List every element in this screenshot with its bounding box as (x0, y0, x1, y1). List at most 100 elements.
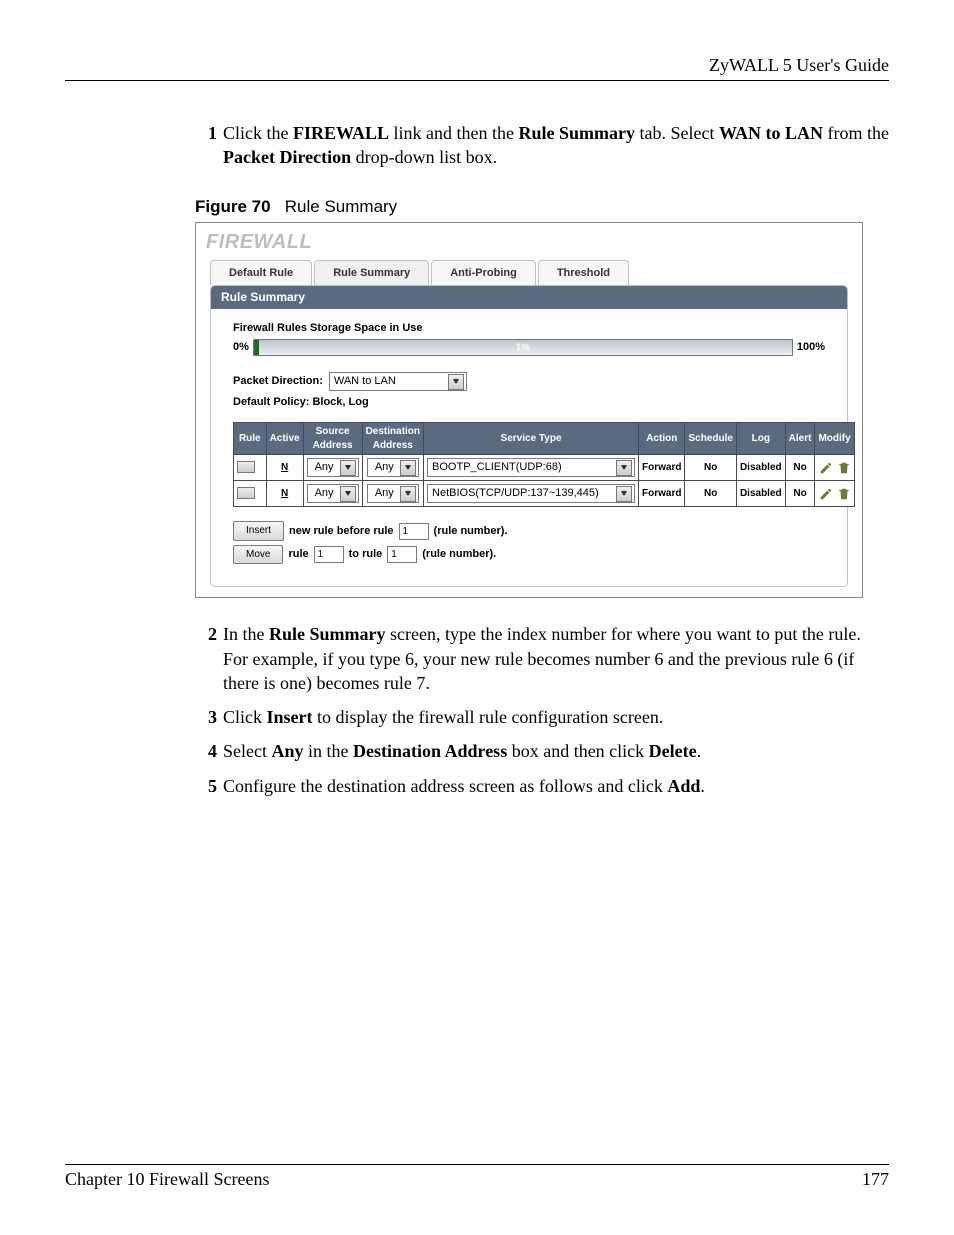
edit-icon[interactable] (819, 461, 833, 475)
panel-body: Firewall Rules Storage Space in Use 0% 1… (211, 321, 847, 565)
storage-percent: 1% (516, 341, 530, 355)
dropdown-arrow-icon[interactable] (616, 486, 632, 502)
move-text-2: to rule (349, 547, 383, 562)
th-log: Log (736, 423, 785, 455)
dst-cell: Any (362, 481, 423, 507)
log-cell: Disabled (736, 481, 785, 507)
step-2-number: 2 (195, 622, 217, 695)
text-bold: Add (667, 776, 700, 796)
insert-text-1: new rule before rule (289, 524, 394, 539)
dropdown-arrow-icon[interactable] (400, 460, 416, 476)
step-1-text: Click the FIREWALL link and then the Rul… (223, 121, 889, 170)
storage-bar-fill (254, 340, 259, 355)
firewall-title: FIREWALL (196, 223, 862, 260)
packet-direction-row: Packet Direction: WAN to LAN (233, 372, 825, 391)
th-sched: Schedule (685, 423, 736, 455)
text: tab. Select (635, 123, 719, 143)
src-select[interactable]: Any (307, 484, 359, 503)
step-3: 3 Click Insert to display the firewall r… (195, 705, 889, 729)
text-bold: Packet Direction (223, 147, 351, 167)
figure-title: Rule Summary (285, 197, 397, 216)
sched-cell: No (685, 455, 736, 481)
src-select[interactable]: Any (307, 458, 359, 477)
action-cell: Forward (639, 481, 685, 507)
move-from-input[interactable] (314, 546, 344, 563)
text: In the (223, 624, 269, 644)
text: drop-down list box. (351, 147, 497, 167)
page-header: ZyWALL 5 User's Guide (65, 55, 889, 76)
step-1: 1 Click the FIREWALL link and then the R… (195, 121, 889, 170)
text: Configure the destination address screen… (223, 776, 667, 796)
svc-select[interactable]: NetBIOS(TCP/UDP:137~139,445) (427, 484, 635, 503)
page-footer: Chapter 10 Firewall Screens 177 (65, 1164, 889, 1190)
active-cell: N (266, 455, 303, 481)
firewall-screenshot: FIREWALL Default Rule Rule Summary Anti-… (195, 222, 863, 599)
edit-icon[interactable] (819, 487, 833, 501)
svc-select[interactable]: BOOTP_CLIENT(UDP:68) (427, 458, 635, 477)
default-policy: Default Policy: Block, Log (233, 395, 825, 410)
step-1-number: 1 (195, 121, 217, 170)
dropdown-arrow-icon[interactable] (400, 486, 416, 502)
insert-button[interactable]: Insert (233, 521, 284, 541)
text: link and then the (389, 123, 518, 143)
action-cell: Forward (639, 455, 685, 481)
text: . (700, 776, 705, 796)
rule-summary-panel: Rule Summary Firewall Rules Storage Spac… (210, 285, 848, 587)
tab-rule-summary[interactable]: Rule Summary (314, 260, 429, 286)
step-3-number: 3 (195, 705, 217, 729)
insert-rule-number-input[interactable] (399, 523, 429, 540)
text: from the (823, 123, 889, 143)
tab-bar: Default Rule Rule Summary Anti-Probing T… (196, 260, 862, 286)
log-cell: Disabled (736, 455, 785, 481)
figure-number: Figure 70 (195, 197, 271, 216)
move-text-1: rule (288, 547, 308, 562)
storage-100pct: 100% (797, 340, 825, 355)
header-rule (65, 80, 889, 81)
figure-caption: Figure 70 Rule Summary (195, 196, 889, 219)
rules-table: Rule Active Source Address Destination A… (233, 422, 855, 507)
tab-anti-probing[interactable]: Anti-Probing (431, 260, 536, 286)
packet-direction-select[interactable]: WAN to LAN (329, 372, 467, 391)
text-bold: Any (271, 741, 303, 761)
step-5-text: Configure the destination address screen… (223, 774, 889, 798)
insert-row: Insert new rule before rule (rule number… (233, 521, 825, 541)
storage-0pct: 0% (233, 340, 249, 355)
step-4: 4 Select Any in the Destination Address … (195, 739, 889, 763)
step-4-number: 4 (195, 739, 217, 763)
tab-default-rule[interactable]: Default Rule (210, 260, 312, 286)
dropdown-arrow-icon[interactable] (340, 460, 356, 476)
th-dst: Destination Address (362, 423, 423, 455)
text-bold: Rule Summary (269, 624, 386, 644)
text-bold: Destination Address (353, 741, 507, 761)
modify-cell (815, 481, 854, 507)
footer-rule (65, 1164, 889, 1165)
panel-title: Rule Summary (211, 286, 847, 308)
rule-number-cell[interactable]: 1 (234, 455, 267, 481)
move-to-input[interactable] (387, 546, 417, 563)
page-body: 1 Click the FIREWALL link and then the R… (195, 121, 889, 798)
move-button[interactable]: Move (233, 545, 283, 565)
step-5: 5 Configure the destination address scre… (195, 774, 889, 798)
tab-threshold[interactable]: Threshold (538, 260, 629, 286)
dst-cell: Any (362, 455, 423, 481)
dropdown-arrow-icon[interactable] (340, 486, 356, 502)
packet-direction-value: WAN to LAN (334, 374, 445, 389)
dropdown-arrow-icon[interactable] (616, 460, 632, 476)
delete-icon[interactable] (837, 461, 851, 475)
src-cell: Any (303, 481, 362, 507)
dropdown-arrow-icon[interactable] (448, 374, 464, 390)
th-rule: Rule (234, 423, 267, 455)
storage-label: Firewall Rules Storage Space in Use (233, 321, 825, 336)
text: . (697, 741, 702, 761)
src-cell: Any (303, 455, 362, 481)
dst-select[interactable]: Any (367, 484, 419, 503)
th-alert: Alert (785, 423, 815, 455)
packet-direction-label: Packet Direction: (233, 374, 323, 389)
rule-number-cell[interactable]: 2 (234, 481, 267, 507)
dst-select[interactable]: Any (367, 458, 419, 477)
text: Select (223, 741, 271, 761)
delete-icon[interactable] (837, 487, 851, 501)
text-bold: WAN to LAN (719, 123, 823, 143)
storage-row: 0% 1% 100% (233, 339, 825, 356)
step-2: 2 In the Rule Summary screen, type the i… (195, 622, 889, 695)
